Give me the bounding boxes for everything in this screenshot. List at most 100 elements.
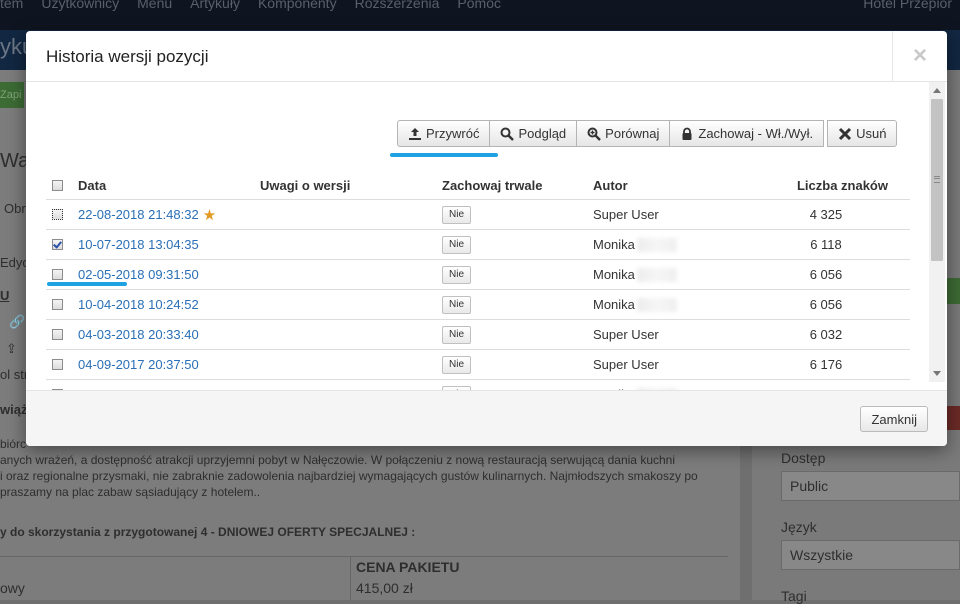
- delete-button[interactable]: Usuń: [827, 120, 898, 147]
- table-header-row: Data Uwagi o wersji Zachowaj trwale Auto…: [46, 172, 910, 199]
- column-header-note: Uwagi o wersji: [260, 178, 351, 193]
- char-count: 4 325: [809, 207, 843, 222]
- tab-fragment[interactable]: Obr: [4, 201, 26, 216]
- preview-button[interactable]: Podgląd: [489, 120, 578, 147]
- table-row[interactable]: 10-07-2018 13:04:35 Nie Monika 6 118: [46, 229, 910, 259]
- keep-forever-cell: Nie: [442, 290, 472, 319]
- author-cell: Monika: [593, 260, 677, 289]
- row-checkbox[interactable]: [52, 320, 63, 349]
- tags-label: Tagi: [781, 588, 807, 604]
- author-name: Monika: [593, 237, 635, 252]
- blurred-surname: [636, 267, 677, 282]
- version-date-cell: 22-08-2018 21:48:32 ★: [78, 200, 216, 229]
- link-icon[interactable]: 🔗: [9, 314, 25, 330]
- keep-forever-toggle[interactable]: Nie: [442, 325, 472, 344]
- keep-forever-cell: Nie: [442, 200, 472, 229]
- preview-label: Podgląd: [518, 126, 567, 141]
- modal-scrollbar[interactable]: [929, 82, 945, 382]
- table-row[interactable]: 22-08-2018 21:48:32 ★ Nie Super User 4 325: [46, 199, 910, 229]
- column-header-chars: Liczba znaków: [796, 178, 888, 193]
- admin-menu-item[interactable]: Użytkownicy: [41, 0, 119, 11]
- site-name[interactable]: Hotel Przepiór: [863, 0, 952, 11]
- access-label: Dostęp: [781, 450, 826, 466]
- table-row[interactable]: 04-03-2018 20:33:40 Nie Super User 6 032: [46, 319, 910, 349]
- price-table-header: CENA PAKIETU: [356, 559, 460, 575]
- version-date-link[interactable]: 04-09-2017 20:37:50: [78, 357, 199, 372]
- versions-table: Data Uwagi o wersji Zachowaj trwale Auto…: [46, 172, 910, 390]
- keep-forever-toggle[interactable]: Nie: [442, 265, 472, 284]
- language-select[interactable]: Wszystkie: [781, 540, 960, 570]
- table-row[interactable]: 13-07-2017 11:48:40 Nie Monika 6 099: [46, 379, 910, 390]
- versions-toolbar: Przywróć Podgląd Porównaj Zachowaj - Wł.…: [397, 120, 898, 147]
- author-cell: Super User: [593, 200, 659, 229]
- select-all-checkbox[interactable]: [52, 172, 63, 199]
- blurred-surname: [636, 237, 677, 252]
- char-count: 6 056: [809, 267, 843, 282]
- underline-icon[interactable]: U: [0, 288, 9, 303]
- compare-button[interactable]: Porównaj: [576, 120, 671, 147]
- row-checkbox[interactable]: [52, 230, 63, 259]
- table-row[interactable]: 02-05-2018 09:31:50 Nie Monika 6 056: [46, 259, 910, 289]
- version-date-cell: 04-09-2017 20:37:50: [78, 350, 199, 379]
- keep-forever-toggle[interactable]: Nie: [442, 295, 472, 314]
- modal-header: Historia wersji pozycji ×: [26, 31, 947, 82]
- version-date-cell: 04-03-2018 20:33:40: [78, 320, 199, 349]
- lock-icon: [680, 127, 694, 141]
- admin-menu-item[interactable]: tem: [0, 0, 23, 11]
- restore-label: Przywróć: [426, 126, 480, 141]
- admin-menu-item[interactable]: Artykuły: [190, 0, 240, 11]
- close-button[interactable]: Zamknij: [860, 406, 928, 432]
- table-row[interactable]: 04-09-2017 20:37:50 Nie Super User 6 176: [46, 349, 910, 379]
- highlight-underline: [390, 153, 498, 157]
- version-date-link[interactable]: 02-05-2018 09:31:50: [78, 267, 199, 282]
- column-header-author: Autor: [593, 178, 628, 193]
- article-body-line: praszamy na plac zabaw sąsiadujący z hot…: [0, 485, 261, 499]
- column-header-date[interactable]: Data: [78, 172, 106, 199]
- admin-topbar: tem Użytkownicy Menu Artykuły Komponenty Rozs…: [0, 0, 960, 30]
- row-checkbox[interactable]: [52, 380, 63, 390]
- admin-menu-item[interactable]: Rozszerzenia: [355, 0, 440, 11]
- price-table-cell: 415,00 zł: [356, 580, 413, 596]
- compare-label: Porównaj: [605, 126, 660, 141]
- char-count: 6 099: [766, 380, 886, 390]
- admin-menu-item[interactable]: Menu: [137, 0, 172, 11]
- keep-toggle-button[interactable]: Zachowaj - Wł./Wył.: [669, 120, 825, 147]
- row-checkbox[interactable]: [52, 200, 63, 229]
- article-body-line: anych wrażeń, a dostępność atrakcji uprz…: [0, 453, 675, 467]
- version-date-link[interactable]: 10-07-2018 13:04:35: [78, 237, 199, 252]
- scroll-up-arrow-icon[interactable]: [933, 88, 941, 93]
- editor-tab-fragment[interactable]: Edyc: [0, 255, 29, 270]
- admin-menu-item[interactable]: Komponenty: [258, 0, 337, 11]
- char-count: 6 118: [810, 237, 842, 252]
- table-row[interactable]: 10-04-2018 10:24:52 Nie Monika 6 056: [46, 289, 910, 319]
- version-date-link[interactable]: 04-03-2018 20:33:40: [78, 327, 199, 342]
- version-history-modal: Historia wersji pozycji × Przywróć Podgl…: [26, 31, 947, 446]
- author-name: Super User: [593, 207, 659, 222]
- keep-forever-toggle[interactable]: Nie: [442, 205, 472, 224]
- offer-heading: y do skorzystania z przygotowanej 4 - DN…: [0, 525, 416, 539]
- version-date-link[interactable]: 22-08-2018 21:48:32: [78, 207, 199, 222]
- row-checkbox[interactable]: [52, 350, 63, 379]
- access-select[interactable]: Public: [781, 471, 960, 501]
- admin-menu-item[interactable]: Pomoc: [457, 0, 501, 11]
- keep-toggle-label: Zachowaj - Wł./Wył.: [698, 126, 814, 141]
- author-name: Monika: [593, 267, 635, 282]
- row-checkbox[interactable]: [52, 290, 63, 319]
- upload-icon[interactable]: ⇪: [6, 341, 17, 357]
- version-date-link[interactable]: 10-04-2018 10:24:52: [78, 297, 199, 312]
- char-count: 6 032: [809, 327, 843, 342]
- keep-forever-toggle[interactable]: Nie: [442, 235, 472, 254]
- author-cell: Monika: [593, 230, 677, 259]
- price-table-cell: owy: [0, 580, 25, 596]
- keep-forever-cell: Nie: [442, 350, 472, 379]
- modal-footer: Zamknij: [26, 390, 947, 446]
- keep-forever-toggle[interactable]: Nie: [442, 355, 472, 374]
- version-date-cell: 10-04-2018 10:24:52: [78, 290, 199, 319]
- delete-x-icon: [838, 127, 852, 141]
- scroll-thumb[interactable]: [931, 99, 943, 261]
- keep-forever-cell: Nie: [442, 260, 472, 289]
- restore-button[interactable]: Przywróć: [397, 120, 491, 147]
- save-button[interactable]: Zapi: [0, 82, 24, 108]
- close-icon[interactable]: ×: [892, 31, 947, 81]
- scroll-down-arrow-icon[interactable]: [933, 371, 941, 376]
